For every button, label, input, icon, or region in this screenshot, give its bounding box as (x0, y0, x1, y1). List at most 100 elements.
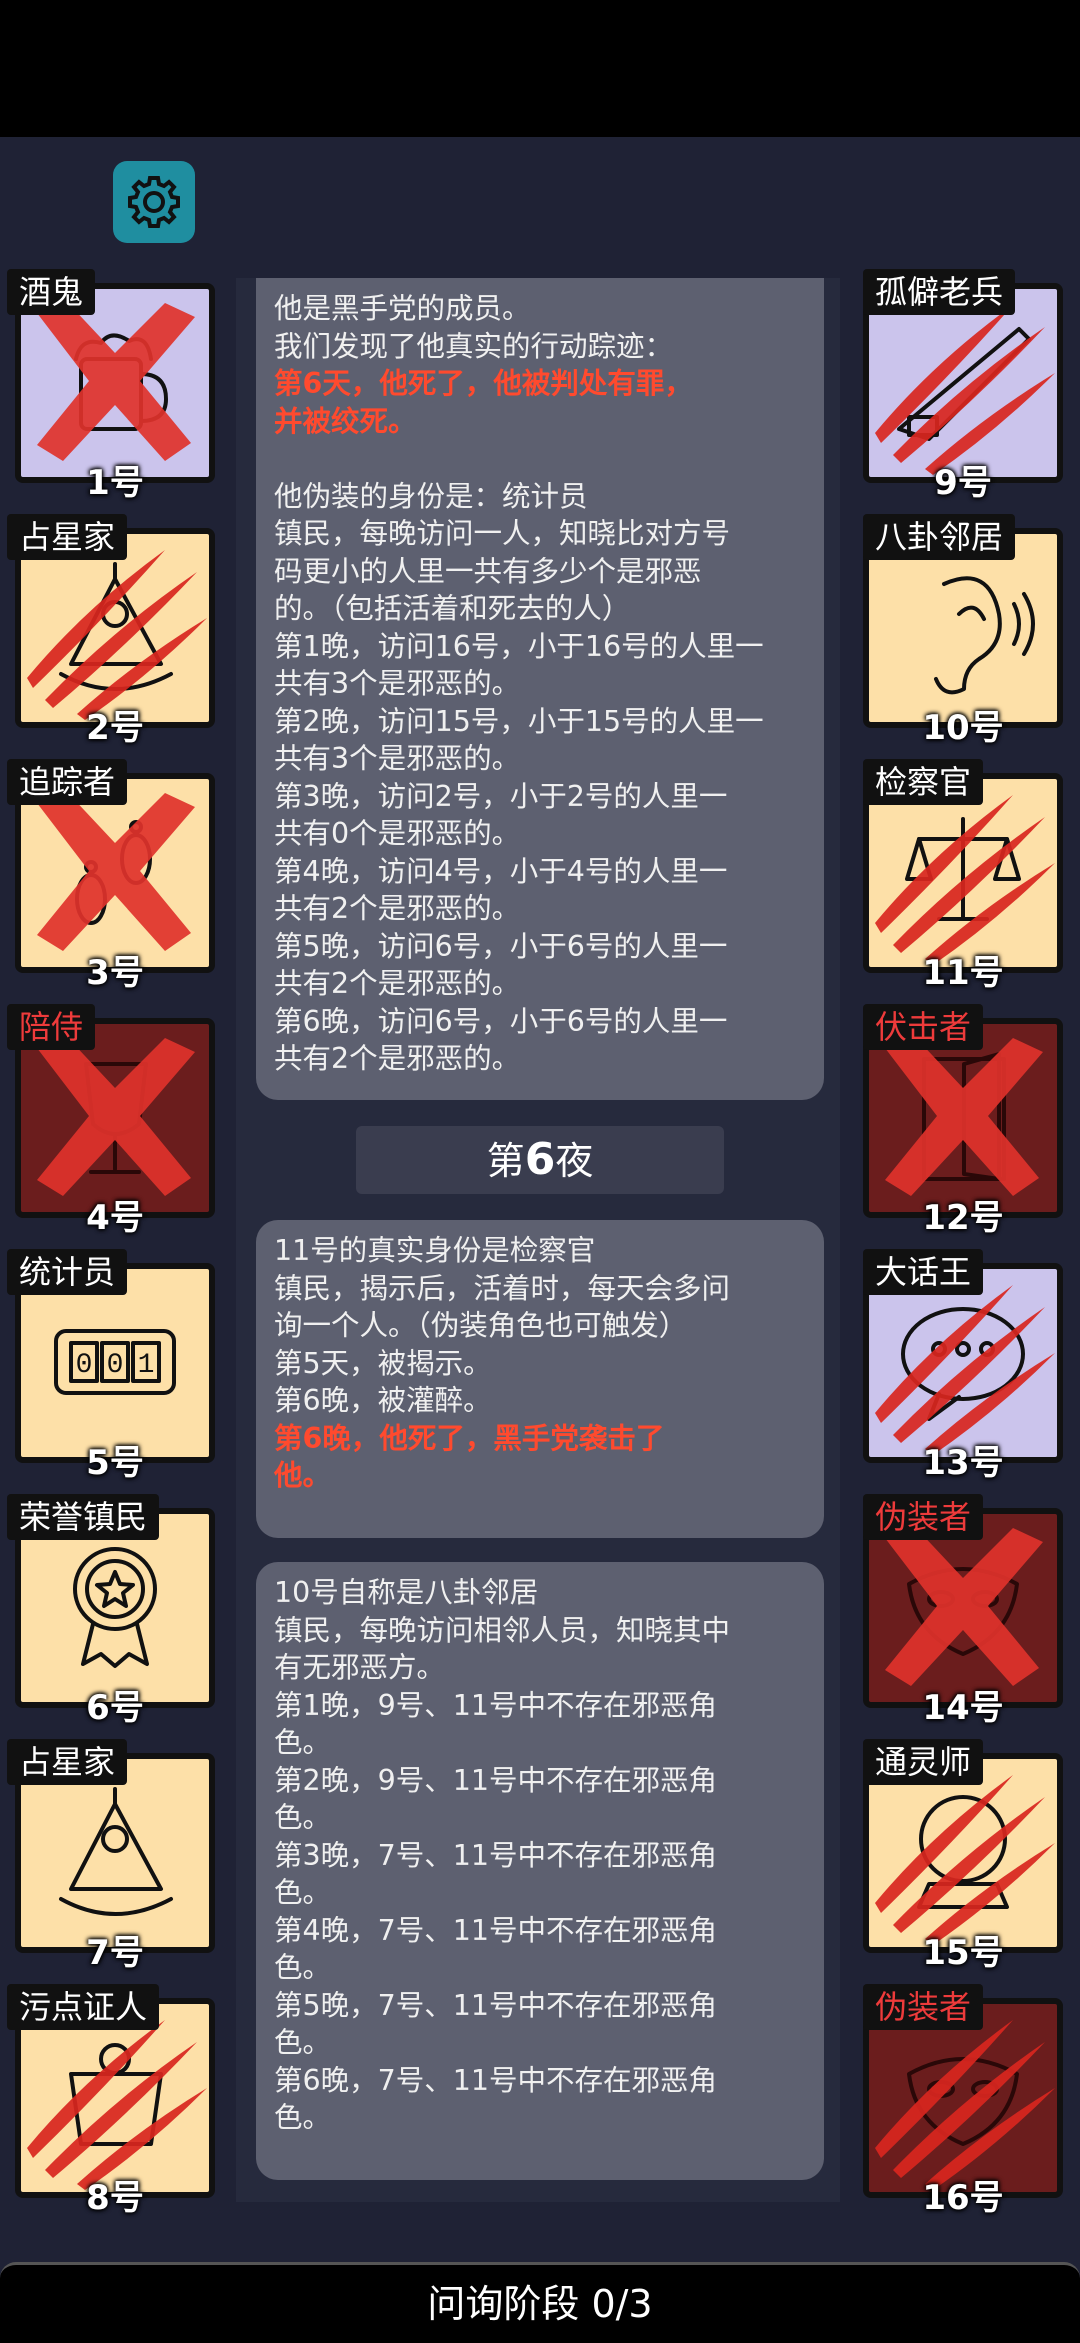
player-card[interactable]: 追踪者 3号 (7, 759, 215, 993)
player-number: 16号 (922, 2178, 1004, 2218)
beer-mug-icon (74, 333, 168, 431)
role-name-label: 陪侍 (7, 1004, 96, 1050)
role-name-label: 统计员 (7, 1249, 128, 1295)
message-line: 第5晚，7号、11号中不存在邪恶角 (274, 1988, 718, 2022)
player-number: 15号 (922, 1933, 1004, 1973)
player-card[interactable]: 大话王 13号 (863, 1249, 1063, 1483)
message-line: 第5天，被揭示。 (274, 1346, 492, 1380)
player-card[interactable]: 伪装者 16号 (863, 1984, 1063, 2218)
player-card[interactable]: 污点证人 8号 (7, 1984, 215, 2218)
message-line: 第6晚，他死了，黑手党袭击了 (274, 1421, 665, 1455)
message-line: 第6天，他死了，他被判处有罪， (274, 367, 693, 400)
player-card[interactable]: 伏击者 12号 (863, 1004, 1063, 1238)
player-number: 2号 (86, 708, 144, 748)
svg-text:0: 0 (107, 1350, 124, 1381)
message-line: 色。 (274, 1801, 332, 1834)
svg-text:1: 1 (138, 1350, 155, 1381)
player-number: 3号 (86, 953, 144, 993)
message-line: 第5晚，访问6号，小于6号的人里一 (274, 929, 728, 963)
player-number: 10号 (922, 708, 1004, 748)
gear-icon (128, 176, 180, 228)
player-number: 13号 (922, 1443, 1004, 1483)
message-line: 有无邪恶方。 (274, 1651, 446, 1684)
role-name-label: 污点证人 (7, 1984, 160, 2030)
message-line: 色。 (274, 1726, 332, 1759)
message-line: 第4晚，访问4号，小于4号的人里一 (274, 854, 728, 888)
message-line: 第2晚，9号、11号中不存在邪恶角 (274, 1763, 718, 1797)
message-line: 色。 (274, 2101, 332, 2134)
message-line: 共有0个是邪恶的。 (274, 817, 521, 850)
message-line: 码更小的人里一共有多少个是邪恶 (274, 554, 702, 588)
role-name-label: 伪装者 (863, 1494, 984, 1540)
role-name-label: 追踪者 (7, 759, 128, 805)
player-card[interactable]: 检察官 11号 (863, 759, 1063, 993)
role-name-label: 占星家 (7, 514, 128, 560)
role-name-label: 检察官 (863, 759, 984, 805)
player-card[interactable]: 伪装者 14号 (863, 1494, 1063, 1728)
message-line: 共有3个是邪恶的。 (274, 742, 521, 775)
message-line: 询一个人。（伪装角色也可触发） (274, 1309, 688, 1342)
role-name-label: 伪装者 (863, 1984, 984, 2030)
ear-icon (934, 576, 1035, 695)
message-line: 第1晚，9号、11号中不存在邪恶角 (274, 1688, 718, 1722)
bubble-icon (901, 1307, 1025, 1421)
night-divider: 第6夜 (356, 1126, 724, 1194)
message-card-claim: 10号自称是八卦邻居镇民，每晚访问相邻人员，知晓其中 有无邪恶方。第1晚，9号、1… (256, 1562, 824, 2180)
role-name-label: 孤僻老兵 (863, 269, 1016, 315)
player-card[interactable]: 通灵师 15号 (863, 1739, 1063, 1973)
message-line: 10号自称是八卦邻居 (274, 1576, 539, 1609)
player-card[interactable]: 荣誉镇民 6号 (7, 1494, 215, 1728)
wine-glass-icon (84, 1062, 148, 1174)
player-number: 5号 (86, 1443, 144, 1483)
player-number: 6号 (86, 1688, 144, 1728)
message-line: 第6晚，7号、11号中不存在邪恶角 (274, 2063, 718, 2097)
message-line: 第1晚，访问16号，小于16号的人里一 (274, 629, 764, 663)
player-number: 1号 (86, 463, 144, 503)
witness-icon (69, 2043, 163, 2146)
message-line: 并被绞死。 (274, 404, 417, 438)
message-line: 色。 (274, 2026, 332, 2059)
door-icon (922, 1052, 1006, 1181)
counter-icon: 001 (54, 1329, 176, 1395)
message-line: 共有2个是邪恶的。 (274, 1042, 521, 1075)
message-card-suspect: 他是黑手党的成员。我们发现了他真实的行动踪迹： 第6天，他死了，他被判处有罪， 并被… (256, 278, 824, 1100)
message-line: 镇民，揭示后，活着时，每天会多问 (274, 1271, 731, 1305)
role-name-label: 占星家 (7, 1739, 128, 1785)
player-card[interactable]: 0 0 1 统计员 5号 (7, 1249, 215, 1483)
message-line: 他伪装的身份是：统计员 (274, 479, 588, 513)
rifle-icon (897, 327, 1031, 441)
player-card[interactable]: 占星家 7号 (7, 1739, 215, 1973)
message-line: 共有2个是邪恶的。 (274, 967, 521, 1000)
message-line: 第6晚，被灌醉。 (274, 1384, 492, 1417)
role-name-label: 酒鬼 (7, 269, 96, 315)
message-line: 镇民，每晚访问相邻人员，知晓其中 (274, 1613, 731, 1647)
player-number: 9号 (934, 463, 992, 503)
player-number: 14号 (922, 1688, 1004, 1728)
message-line: 第6晚，访问6号，小于6号的人里一 (274, 1004, 728, 1038)
player-card[interactable]: 八卦邻居 10号 (863, 514, 1063, 748)
scales-icon (905, 817, 1021, 921)
player-card[interactable]: 占星家 2号 (7, 514, 215, 748)
mask-icon (907, 1567, 1019, 1656)
role-name-label: 通灵师 (863, 1739, 984, 1785)
message-line: 镇民，每晚访问一人，知晓比对方号 (274, 517, 731, 550)
message-line (274, 440, 806, 478)
message-line: 第4晚，7号、11号中不存在邪恶角 (274, 1913, 718, 1947)
crystal-ball-icon (917, 1795, 1009, 1909)
message-line: 我们发现了他真实的行动踪迹： (274, 329, 674, 363)
sextant-icon (59, 562, 173, 691)
phase-banner[interactable]: 问询阶段 0/3 (0, 2262, 1080, 2343)
player-number: 4号 (86, 1198, 144, 1238)
mask-icon (907, 2057, 1019, 2146)
message-line: 他是黑手党的成员。 (274, 292, 531, 325)
player-number: 7号 (86, 1933, 144, 1973)
message-feed[interactable]: 他是黑手党的成员。我们发现了他真实的行动踪迹： 第6天，他死了，他被判处有罪， 并被… (236, 278, 840, 2202)
message-line: 共有2个是邪恶的。 (274, 892, 521, 925)
player-card[interactable]: 酒鬼 1号 (7, 269, 215, 503)
role-name-label: 伏击者 (863, 1004, 984, 1050)
settings-button[interactable] (113, 161, 195, 243)
player-card[interactable]: 陪侍 4号 (7, 1004, 215, 1238)
player-card[interactable]: 孤僻老兵 9号 (863, 269, 1063, 503)
sextant-icon (59, 1787, 173, 1916)
message-line: 第3晚，访问2号，小于2号的人里一 (274, 779, 728, 813)
